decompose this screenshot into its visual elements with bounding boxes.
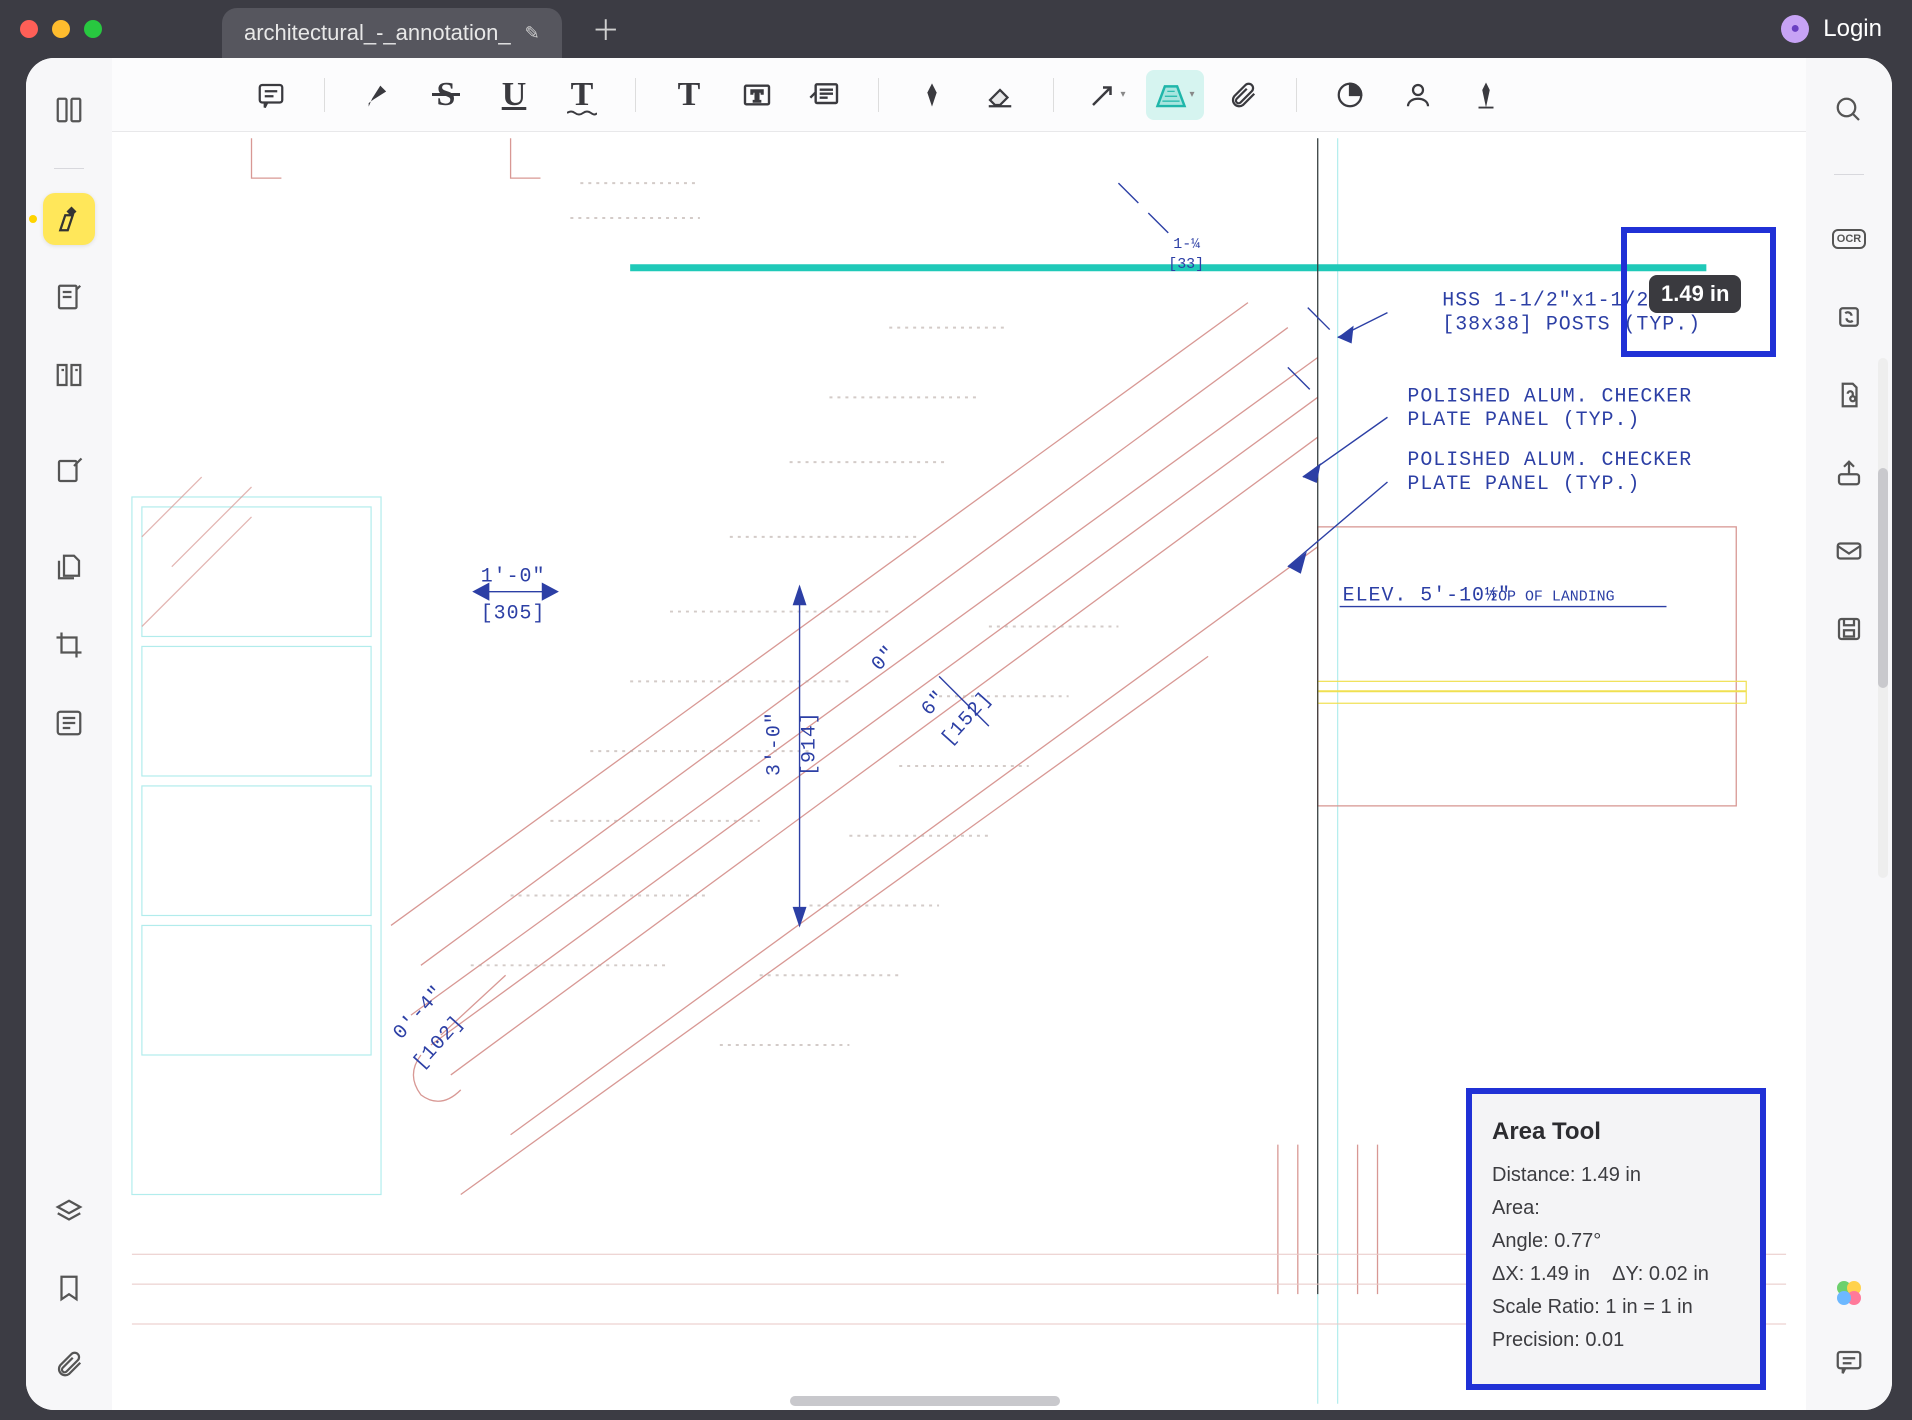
maximize-window-button[interactable] <box>84 20 102 38</box>
measurement-badge-highlight: 1.49 in <box>1621 227 1776 357</box>
avatar-icon: ● <box>1781 15 1809 43</box>
chevron-down-icon: ▾ <box>1120 89 1125 100</box>
annotation-checker-2: POLISHED ALUM. CHECKER <box>1407 448 1692 471</box>
save-button[interactable] <box>1823 603 1875 655</box>
svg-text:0": 0" <box>867 641 901 676</box>
bookmarks-button[interactable] <box>43 1262 95 1314</box>
area-tool-heading: Area Tool <box>1492 1118 1740 1146</box>
sticky-note-tool[interactable] <box>242 70 300 120</box>
stamp-tool[interactable] <box>1321 70 1379 120</box>
free-text-tool[interactable]: T <box>660 70 718 120</box>
svg-text:1-¼: 1-¼ <box>1173 237 1200 253</box>
dim-6in: 6" <box>916 686 950 721</box>
edit-tab-name-icon[interactable]: ✎ <box>525 23 540 44</box>
thumbnails-panel-button[interactable] <box>43 84 95 136</box>
fill-sign-panel-button[interactable] <box>43 445 95 497</box>
content: S U T T T ▾ ▾ <box>112 58 1806 1410</box>
title-bar: architectural_-_annotation_ ✎ ＋ ● Login <box>0 0 1912 58</box>
redact-panel-button[interactable] <box>43 697 95 749</box>
search-button[interactable] <box>1823 84 1875 136</box>
minimize-window-button[interactable] <box>52 20 70 38</box>
attachment-tool[interactable] <box>1214 70 1272 120</box>
horizontal-scrollbar[interactable] <box>790 1396 1060 1406</box>
document-tab-title: architectural_-_annotation_ <box>244 20 511 46</box>
ocr-button[interactable]: OCR <box>1823 213 1875 265</box>
svg-text:T: T <box>751 86 763 105</box>
window-controls <box>20 20 102 38</box>
eraser-tool[interactable] <box>971 70 1029 120</box>
svg-text:PLATE PANEL (TYP.): PLATE PANEL (TYP.) <box>1407 408 1640 431</box>
right-rail: OCR <box>1806 58 1892 1410</box>
close-window-button[interactable] <box>20 20 38 38</box>
arrow-shape-tool[interactable]: ▾ <box>1078 70 1136 120</box>
compare-panel-button[interactable] <box>43 349 95 401</box>
ink-pen-tool[interactable] <box>903 70 961 120</box>
annotations-panel-button[interactable] <box>43 193 95 245</box>
area-tool-scale: Scale Ratio: 1 in = 1 in <box>1492 1296 1740 1319</box>
vertical-scrollbar[interactable] <box>1878 358 1888 878</box>
document-canvas[interactable]: HSS 1-1/2"x1-1/2" [38x38] POSTS (TYP.) P… <box>112 132 1806 1410</box>
left-rail <box>26 58 112 1410</box>
rotate-sync-button[interactable] <box>1823 291 1875 343</box>
app-logo-icon <box>1833 1277 1865 1314</box>
area-tool-precision: Precision: 0.01 <box>1492 1329 1740 1352</box>
security-button[interactable] <box>1823 369 1875 421</box>
callout-tool[interactable] <box>796 70 854 120</box>
chevron-down-icon: ▾ <box>1189 89 1194 100</box>
new-tab-button[interactable]: ＋ <box>592 9 620 49</box>
measurement-value-badge: 1.49 in <box>1649 275 1741 313</box>
document-tab[interactable]: architectural_-_annotation_ ✎ <box>222 8 562 58</box>
attachments-button[interactable] <box>43 1338 95 1390</box>
login-button[interactable]: ● Login <box>1781 15 1882 43</box>
login-label: Login <box>1823 15 1882 43</box>
dim-1ft: 1'-0" <box>481 565 546 588</box>
highlight-tool[interactable] <box>349 70 407 120</box>
strikethrough-tool[interactable]: S <box>417 70 475 120</box>
area-tool-distance: Distance: 1.49 in <box>1492 1164 1740 1187</box>
area-tool-area: Area: <box>1492 1197 1740 1220</box>
measure-area-tool[interactable]: ▾ <box>1146 70 1204 120</box>
svg-text:[33]: [33] <box>1168 257 1204 273</box>
svg-text:PLATE PANEL (TYP.): PLATE PANEL (TYP.) <box>1407 472 1640 495</box>
svg-text:[305]: [305] <box>481 602 546 625</box>
area-tool-angle: Angle: 0.77° <box>1492 1230 1740 1253</box>
signature-request-tool[interactable] <box>1389 70 1447 120</box>
text-box-tool[interactable]: T <box>728 70 786 120</box>
annotation-checker-1: POLISHED ALUM. CHECKER <box>1407 384 1692 407</box>
email-button[interactable] <box>1823 525 1875 577</box>
annotation-toolbar: S U T T T ▾ ▾ <box>112 58 1806 132</box>
comments-button[interactable] <box>1823 1336 1875 1388</box>
annotation-elevation: ELEV. 5'-10½" <box>1343 584 1511 607</box>
crop-panel-button[interactable] <box>43 619 95 671</box>
app-body: S U T T T ▾ ▾ <box>26 58 1892 1410</box>
squiggly-tool[interactable]: T <box>553 70 611 120</box>
pages-panel-button[interactable] <box>43 541 95 593</box>
sign-tool[interactable] <box>1457 70 1515 120</box>
notes-panel-button[interactable] <box>43 271 95 323</box>
dim-3ft: 3'-0" <box>763 711 786 776</box>
area-tool-panel: Area Tool Distance: 1.49 in Area: Angle:… <box>1466 1088 1766 1390</box>
underline-tool[interactable]: U <box>485 70 543 120</box>
layers-button[interactable] <box>43 1186 95 1238</box>
svg-text:TOP OF LANDING: TOP OF LANDING <box>1489 590 1615 606</box>
area-tool-deltas: ΔX: 1.49 in ΔY: 0.02 in <box>1492 1263 1740 1286</box>
share-button[interactable] <box>1823 447 1875 499</box>
svg-text:[914]: [914] <box>798 711 821 776</box>
